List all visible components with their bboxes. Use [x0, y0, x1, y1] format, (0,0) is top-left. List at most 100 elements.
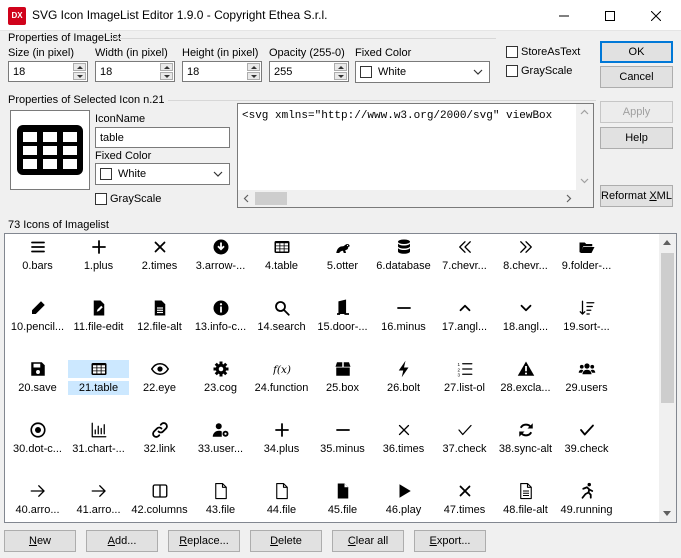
icon-list-item[interactable]: 38.sync-alt — [495, 417, 556, 477]
icon-list-item[interactable]: 19.sort-... — [556, 295, 617, 355]
icon-list-item[interactable]: 43.file — [190, 478, 251, 522]
icon-list-item[interactable]: 36.times — [373, 417, 434, 477]
delete-button[interactable]: Delete — [250, 530, 322, 552]
arrow-circle-down-icon — [190, 238, 251, 256]
opacity-spin-field[interactable]: 255 — [269, 61, 349, 82]
icon-list-item[interactable]: 39.check — [556, 417, 617, 477]
icon-list-item-label: 7.chevr... — [442, 260, 487, 272]
icon-list-item[interactable]: 3.arrow-... — [190, 234, 251, 294]
icon-list-item[interactable]: 46.play — [373, 478, 434, 522]
svg-text:3: 3 — [457, 373, 460, 378]
icon-list-item[interactable]: 45.file — [312, 478, 373, 522]
group-divider — [110, 38, 496, 39]
icon-list-item[interactable]: 1.plus — [68, 234, 129, 294]
icon-list-item[interactable]: 34.plus — [251, 417, 312, 477]
icon-list-item[interactable]: 0.bars — [7, 234, 68, 294]
maximize-button[interactable] — [587, 0, 633, 30]
fixed-color-label: Fixed Color — [355, 47, 412, 59]
icon-list-item[interactable]: 21.table — [68, 356, 129, 416]
icon-list-item[interactable]: 15.door-... — [312, 295, 373, 355]
iconlist-vertical-scrollbar[interactable] — [659, 234, 676, 522]
cancel-button[interactable]: Cancel — [600, 66, 673, 88]
icon-list-item[interactable]: 26.bolt — [373, 356, 434, 416]
icon-list-item[interactable]: 23.cog — [190, 356, 251, 416]
scroll-corner — [576, 190, 593, 207]
icon-list-item[interactable]: 10.pencil... — [7, 295, 68, 355]
editor-horizontal-scrollbar[interactable] — [238, 190, 577, 207]
icon-list-item[interactable]: 13.info-c... — [190, 295, 251, 355]
icon-list-item[interactable]: 35.minus — [312, 417, 373, 477]
width-label: Width (in pixel) — [95, 47, 168, 59]
width-spinner[interactable] — [160, 63, 173, 80]
icon-list-item[interactable]: 17.angl... — [434, 295, 495, 355]
minimize-button[interactable] — [541, 0, 587, 30]
icon-list-item[interactable]: 1 2 3 27.list-ol — [434, 356, 495, 416]
icon-list-item[interactable]: 16.minus — [373, 295, 434, 355]
icon-list-item[interactable]: 30.dot-c... — [7, 417, 68, 477]
icon-list-item-label: 38.sync-alt — [498, 443, 553, 455]
minimize-icon — [559, 15, 569, 17]
icon-list-item[interactable]: 20.save — [7, 356, 68, 416]
icon-list-item[interactable]: 31.chart-... — [68, 417, 129, 477]
opacity-spinner[interactable] — [334, 63, 347, 80]
icon-list-item[interactable]: 5.otter — [312, 234, 373, 294]
new-button[interactable]: New — [4, 530, 76, 552]
scroll-left-icon — [243, 194, 249, 203]
icon-list-item[interactable]: 4.table — [251, 234, 312, 294]
size-label: Size (in pixel) — [8, 47, 75, 59]
height-spin-field[interactable]: 18 — [182, 61, 262, 82]
scroll-thumb[interactable] — [255, 192, 287, 205]
close-button[interactable] — [633, 0, 679, 30]
icon-list-item[interactable]: 12.file-alt — [129, 295, 190, 355]
reformat-xml-button[interactable]: Reformat XML — [600, 185, 673, 207]
icon-fixed-color-select[interactable]: White — [95, 163, 230, 185]
title-bar[interactable]: DX SVG Icon ImageList Editor 1.9.0 - Cop… — [0, 0, 681, 31]
icon-list-item[interactable]: 29.users — [556, 356, 617, 416]
icon-list-item[interactable]: 37.check — [434, 417, 495, 477]
add-button[interactable]: Add... — [86, 530, 158, 552]
size-spin-field[interactable]: 18 — [8, 61, 88, 82]
replace-button[interactable]: Replace... — [168, 530, 240, 552]
icon-list-item[interactable]: 49.running — [556, 478, 617, 522]
icon-list-item-label: 6.database — [376, 260, 431, 272]
icon-list-item-label: 20.save — [18, 382, 57, 394]
icon-list-item[interactable]: 48.file-alt — [495, 478, 556, 522]
help-button[interactable]: Help — [600, 127, 673, 149]
icon-list-item[interactable]: 32.link — [129, 417, 190, 477]
svg-text-editor[interactable]: <svg xmlns="http://www.w3.org/2000/svg" … — [237, 103, 594, 208]
store-as-text-checkbox[interactable] — [506, 46, 518, 58]
icon-list-item[interactable]: 2.times — [129, 234, 190, 294]
height-spinner[interactable] — [247, 63, 260, 80]
icon-list-item[interactable]: 9.folder-... — [556, 234, 617, 294]
icon-grayscale-checkbox[interactable] — [95, 193, 107, 205]
icon-list-item[interactable]: 40.arro... — [7, 478, 68, 522]
icon-list-item[interactable]: 47.times — [434, 478, 495, 522]
width-spin-field[interactable]: 18 — [95, 61, 175, 82]
icon-list-item[interactable]: 22.eye — [129, 356, 190, 416]
size-spinner[interactable] — [73, 63, 86, 80]
icon-list-item[interactable]: 33.user... — [190, 417, 251, 477]
clear-all-button[interactable]: Clear all — [332, 530, 404, 552]
icon-list-item[interactable]: 42.columns — [129, 478, 190, 522]
icon-list-item[interactable]: 41.arro... — [68, 478, 129, 522]
icon-list-item[interactable]: 18.angl... — [495, 295, 556, 355]
apply-button[interactable]: Apply — [600, 101, 673, 123]
icon-list-item[interactable]: 11.file-edit — [68, 295, 129, 355]
icon-list-item[interactable]: 14.search — [251, 295, 312, 355]
icon-list-item[interactable]: 28.excla... — [495, 356, 556, 416]
icon-list-item[interactable]: 44.file — [251, 478, 312, 522]
icon-list-item[interactable]: 7.chevr... — [434, 234, 495, 294]
ok-button[interactable]: OK — [600, 41, 673, 63]
editor-vertical-scrollbar[interactable] — [576, 104, 593, 190]
icon-list-item[interactable]: 6.database — [373, 234, 434, 294]
icon-list[interactable]: 0.bars 1.plus 2.times 3.arrow-... 4.table 5.o… — [4, 233, 677, 523]
scroll-thumb[interactable] — [661, 253, 674, 403]
iconname-input[interactable]: table — [95, 127, 230, 148]
icon-list-item[interactable]: 25.box — [312, 356, 373, 416]
fixed-color-select[interactable]: White — [355, 61, 490, 83]
icon-list-item[interactable]: f(x) 24.function — [251, 356, 312, 416]
grayscale-checkbox[interactable] — [506, 65, 518, 77]
export-button[interactable]: Export... — [414, 530, 486, 552]
scroll-up-icon — [580, 109, 589, 115]
icon-list-item[interactable]: 8.chevr... — [495, 234, 556, 294]
